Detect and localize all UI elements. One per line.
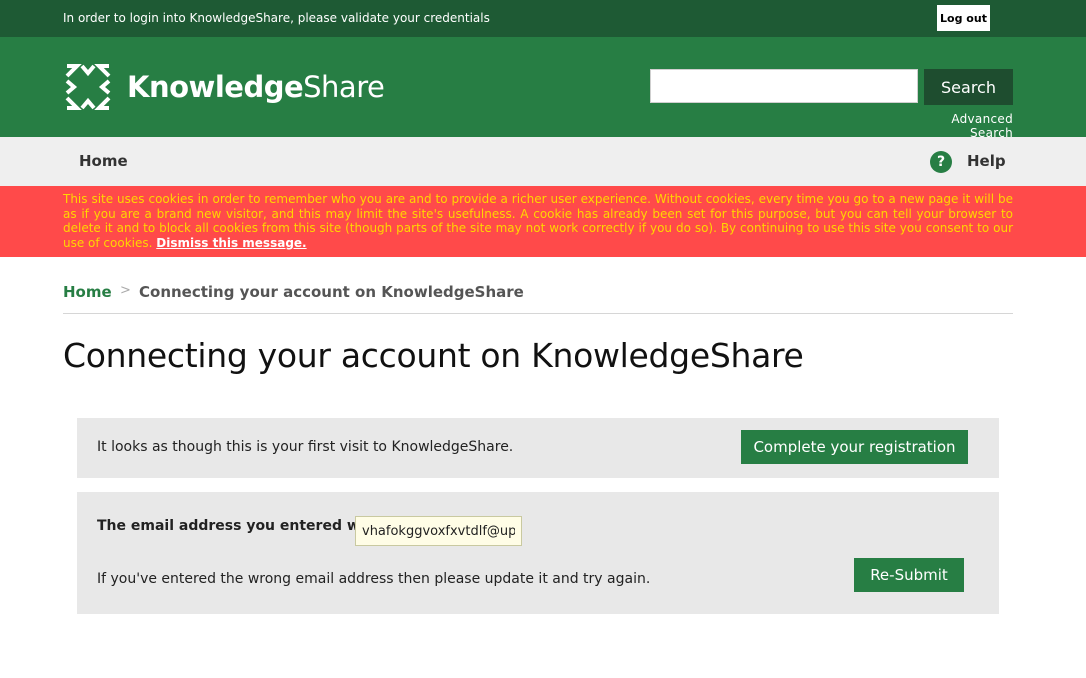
cookie-message-block: This site uses cookies in order to remem…: [63, 192, 1013, 250]
logo-mark-icon: [65, 64, 111, 110]
dismiss-cookie-link[interactable]: Dismiss this message.: [156, 236, 306, 250]
email-label: The email address you entered was:: [97, 518, 384, 534]
page-title: Connecting your account on KnowledgeShar…: [63, 336, 804, 375]
logout-button[interactable]: Log out: [937, 5, 990, 31]
email-panel: The email address you entered was: If yo…: [77, 492, 999, 614]
logo-wordmark: KnowledgeShare: [127, 70, 385, 104]
registration-panel: It looks as though this is your first vi…: [77, 418, 999, 478]
breadcrumb-home-link[interactable]: Home: [63, 283, 112, 301]
search-button[interactable]: Search: [924, 69, 1013, 105]
breadcrumb-current: Connecting your account on KnowledgeShar…: [139, 283, 524, 301]
nav-help-link[interactable]: Help: [967, 152, 1006, 170]
search-input[interactable]: [650, 69, 918, 103]
login-notice: In order to login into KnowledgeShare, p…: [63, 11, 490, 25]
help-icon[interactable]: ?: [930, 151, 952, 173]
email-field[interactable]: [355, 516, 522, 546]
knowledgeshare-logo[interactable]: KnowledgeShare: [63, 61, 385, 113]
nav-home-link[interactable]: Home: [79, 152, 128, 170]
complete-registration-button[interactable]: Complete your registration: [741, 430, 968, 464]
first-visit-message: It looks as though this is your first vi…: [97, 439, 514, 455]
advanced-search-link[interactable]: Advanced Search: [908, 112, 1013, 140]
breadcrumb-separator-icon: >: [120, 283, 131, 298]
top-bar: In order to login into KnowledgeShare, p…: [0, 0, 1086, 37]
resubmit-button[interactable]: Re-Submit: [854, 558, 964, 592]
cookie-banner: This site uses cookies in order to remem…: [0, 186, 1086, 257]
nav-bar: Home ? Help: [0, 137, 1086, 186]
logo-wordmark-light: Share: [303, 70, 385, 104]
site-header: KnowledgeShare Search Advanced Search: [0, 37, 1086, 140]
logo-wordmark-bold: Knowledge: [127, 70, 304, 104]
breadcrumb: Home > Connecting your account on Knowle…: [63, 283, 1013, 314]
wrong-email-hint: If you've entered the wrong email addres…: [97, 571, 651, 587]
